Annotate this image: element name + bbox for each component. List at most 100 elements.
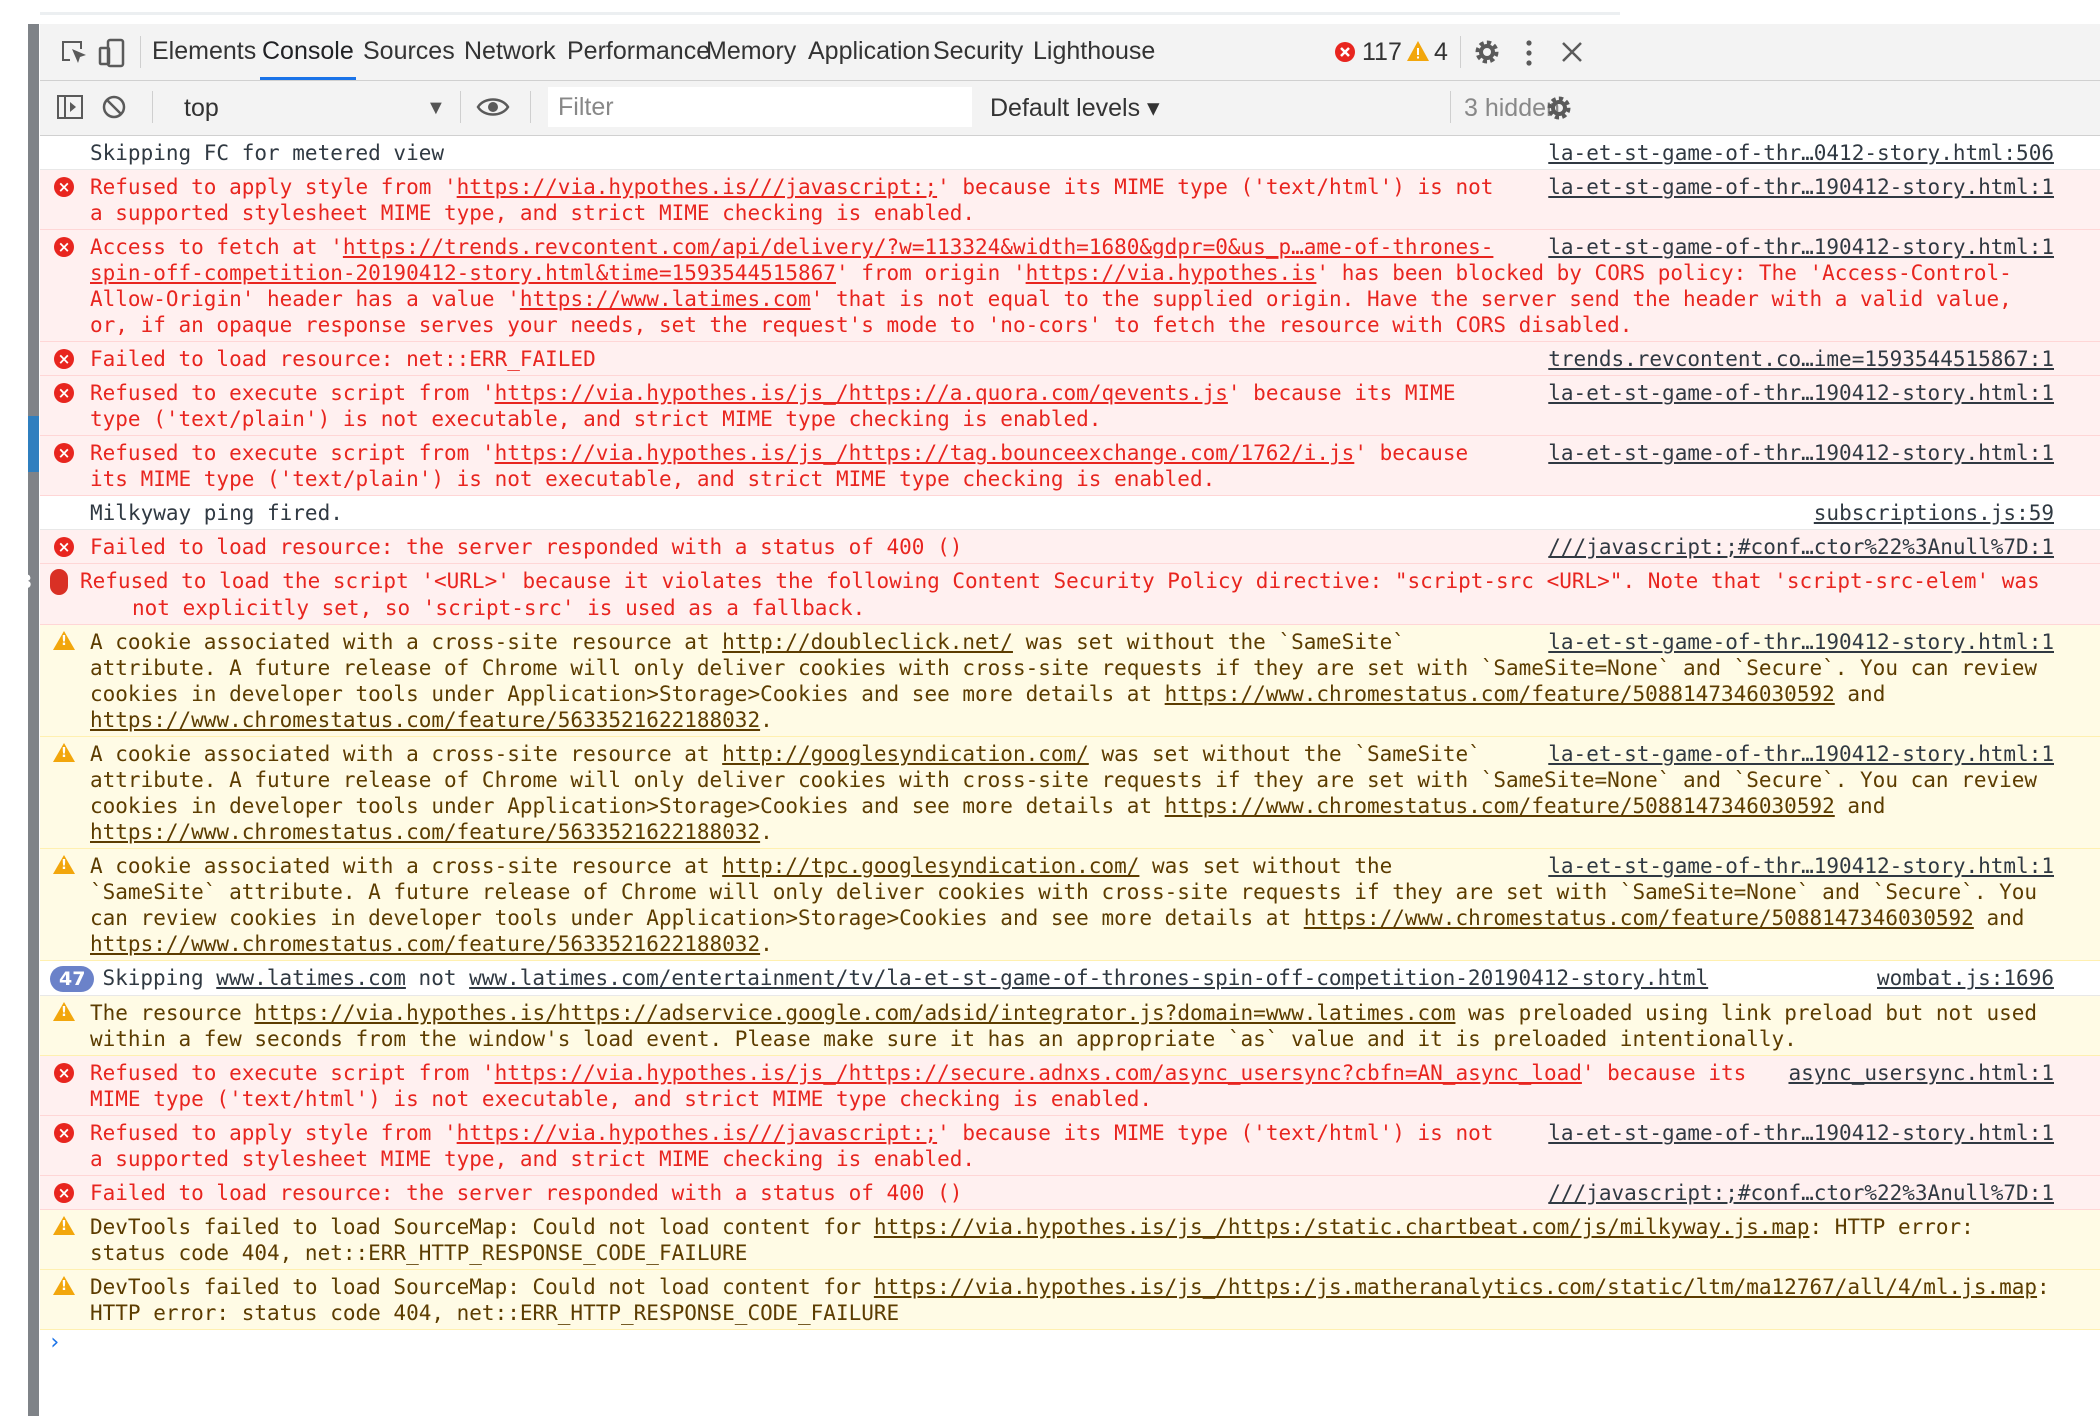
message-text: Refused to apply style from 'https://via…	[90, 1121, 1493, 1171]
console-settings-gear-icon[interactable]	[1544, 93, 1574, 128]
context-selector[interactable]: top	[184, 89, 219, 127]
message-url-link[interactable]: https://via.hypothes.is/js_/https://a.qu…	[495, 381, 1228, 405]
message-source-link[interactable]: ///javascript:;#conf…ctor%22%3Anull%7D:1	[1548, 1180, 2054, 1206]
message-url-link[interactable]: https://via.hypothes.is///javascript:;	[457, 1121, 937, 1145]
console-message-warning[interactable]: la-et-st-game-of-thr…190412-story.html:1…	[40, 737, 2100, 849]
inspect-element-icon[interactable]	[58, 37, 90, 69]
message-source-link[interactable]: la-et-st-game-of-thr…190412-story.html:1	[1548, 440, 2054, 466]
message-url-link[interactable]: https://via.hypothes.is/https://adservic…	[254, 1001, 1455, 1025]
console-message-error[interactable]: × la-et-st-game-of-thr…190412-story.html:…	[40, 436, 2100, 496]
tab-memory[interactable]: Memory	[704, 24, 798, 80]
toolbar-separator	[1460, 36, 1461, 68]
console-message-warning[interactable]: la-et-st-game-of-thr…190412-story.html:1…	[40, 625, 2100, 737]
message-url-link[interactable]: https://www.chromestatus.com/feature/508…	[1165, 794, 1835, 818]
tab-elements[interactable]: Elements	[150, 24, 258, 80]
warning-count[interactable]: 4	[1434, 36, 1448, 68]
message-url-link[interactable]: https://via.hypothes.is/js_/https://secu…	[495, 1061, 1582, 1085]
message-text: Refused to execute script from 'https://…	[90, 381, 1455, 431]
message-url-link[interactable]: www.latimes.com	[216, 966, 406, 990]
tab-lighthouse[interactable]: Lighthouse	[1031, 24, 1157, 80]
message-text-segment: Milkyway ping fired.	[90, 501, 343, 525]
message-url-link[interactable]: https://via.hypothes.is	[1026, 261, 1317, 285]
console-message-info[interactable]: subscriptions.js:59 Milkyway ping fired.	[40, 496, 2100, 530]
chevron-down-icon[interactable]: ▼	[426, 89, 446, 127]
console-prompt-icon[interactable]: ›	[48, 1330, 61, 1355]
message-url-link[interactable]: www.latimes.com/entertainment/tv/la-et-s…	[469, 966, 1708, 990]
message-url-link[interactable]: http://doubleclick.net/	[722, 630, 1013, 654]
error-icon: ×	[54, 237, 74, 257]
message-url-link[interactable]: https://via.hypothes.is/js_/https:/stati…	[874, 1215, 1810, 1239]
console-message-error[interactable]: × la-et-st-game-of-thr…190412-story.html:…	[40, 376, 2100, 436]
message-source-link[interactable]: la-et-st-game-of-thr…0412-story.html:506	[1548, 140, 2054, 166]
message-url-link[interactable]: http://googlesyndication.com/	[722, 742, 1089, 766]
message-source-link[interactable]: la-et-st-game-of-thr…190412-story.html:1	[1548, 174, 2054, 200]
toolbar-separator	[152, 91, 153, 123]
repeat-count-badge[interactable]: ▸ 108	[0, 569, 68, 595]
clear-console-icon[interactable]	[100, 93, 128, 126]
message-url-link[interactable]: https://www.chromestatus.com/feature/563…	[90, 820, 760, 844]
console-message-error[interactable]: × ///javascript:;#conf…ctor%22%3Anull%7D:…	[40, 530, 2100, 564]
message-text-segment: The resource	[90, 1001, 255, 1025]
message-source-link[interactable]: trends.revcontent.co…ime=1593544515867:1	[1548, 346, 2054, 372]
message-text: DevTools failed to load SourceMap: Could…	[90, 1215, 1974, 1265]
message-text-segment: Refused to apply style from '	[90, 175, 457, 199]
tab-security[interactable]: Security	[931, 24, 1025, 80]
device-toolbar-icon[interactable]	[96, 37, 128, 69]
message-url-link[interactable]: https://via.hypothes.is///javascript:;	[457, 175, 937, 199]
message-source-link[interactable]: la-et-st-game-of-thr…190412-story.html:1	[1548, 629, 2054, 655]
message-url-link[interactable]: http://tpc.googlesyndication.com/	[722, 854, 1139, 878]
tab-console[interactable]: Console	[260, 24, 356, 80]
message-url-link[interactable]: https://www.chromestatus.com/feature/563…	[90, 932, 760, 956]
tab-performance[interactable]: Performance	[565, 24, 712, 80]
message-source-link[interactable]: la-et-st-game-of-thr…190412-story.html:1	[1548, 380, 2054, 406]
message-text-segment: Refused to execute script from '	[90, 441, 495, 465]
console-message-error[interactable]: × ///javascript:;#conf…ctor%22%3Anull%7D:…	[40, 1176, 2100, 1210]
message-text: 47 Skipping www.latimes.com not www.latim…	[50, 966, 1708, 992]
message-source-link[interactable]: la-et-st-game-of-thr…190412-story.html:1	[1548, 741, 2054, 767]
message-source-link[interactable]: subscriptions.js:59	[1814, 500, 2054, 526]
console-message-warning[interactable]: The resource https://via.hypothes.is/htt…	[40, 996, 2100, 1056]
message-text-segment: .	[760, 820, 773, 844]
message-url-link[interactable]: https://via.hypothes.is/js_/https://tag.…	[495, 441, 1355, 465]
message-url-link[interactable]: https://www.latimes.com	[520, 287, 811, 311]
message-text-segment: Skipping	[102, 966, 217, 990]
show-sidebar-icon[interactable]	[56, 93, 84, 126]
console-message-error[interactable]: × la-et-st-game-of-thr…190412-story.html:…	[40, 170, 2100, 230]
console-message-warning[interactable]: la-et-st-game-of-thr…190412-story.html:1…	[40, 849, 2100, 961]
close-icon[interactable]	[1560, 40, 1584, 69]
message-source-link[interactable]: la-et-st-game-of-thr…190412-story.html:1	[1548, 234, 2054, 260]
message-text: Failed to load resource: net::ERR_FAILED	[90, 347, 596, 371]
live-expression-eye-icon[interactable]	[476, 93, 510, 126]
message-source-link[interactable]: ///javascript:;#conf…ctor%22%3Anull%7D:1	[1548, 534, 2054, 560]
error-icon: ×	[54, 383, 74, 403]
message-url-link[interactable]: https://via.hypothes.is/js_/https:/js.ma…	[874, 1275, 2037, 1299]
message-url-link[interactable]: https://www.chromestatus.com/feature/508…	[1304, 906, 1974, 930]
console-message-warning[interactable]: DevTools failed to load SourceMap: Could…	[40, 1210, 2100, 1270]
message-url-link[interactable]: https://www.chromestatus.com/feature/563…	[90, 708, 760, 732]
message-source-link[interactable]: wombat.js:1696	[1877, 965, 2054, 991]
message-source-link[interactable]: async_usersync.html:1	[1788, 1060, 2054, 1086]
error-count[interactable]: 117	[1362, 36, 1402, 68]
console-message-error[interactable]: × la-et-st-game-of-thr…190412-story.html:…	[40, 230, 2100, 342]
message-source-link[interactable]: la-et-st-game-of-thr…190412-story.html:1	[1548, 853, 2054, 879]
console-message-error[interactable]: × la-et-st-game-of-thr…190412-story.html:…	[40, 1116, 2100, 1176]
tab-network[interactable]: Network	[462, 24, 558, 80]
console-message-warning[interactable]: DevTools failed to load SourceMap: Could…	[40, 1270, 2100, 1330]
tab-sources[interactable]: Sources	[361, 24, 457, 80]
console-message-error[interactable]: ▸ 108 Refused to load the script '<URL>' …	[0, 564, 2100, 625]
warning-icon	[53, 743, 75, 762]
message-url-link[interactable]: https://www.chromestatus.com/feature/508…	[1165, 682, 1835, 706]
settings-gear-icon[interactable]	[1472, 37, 1502, 72]
filter-input[interactable]	[548, 87, 972, 127]
message-text-segment: Failed to load resource: the server resp…	[90, 1181, 963, 1205]
more-options-icon[interactable]	[1524, 38, 1534, 73]
console-message-error[interactable]: × trends.revcontent.co…ime=1593544515867:…	[40, 342, 2100, 376]
message-source-link[interactable]: la-et-st-game-of-thr…190412-story.html:1	[1548, 1120, 2054, 1146]
tab-application[interactable]: Application	[806, 24, 932, 80]
console-message-info[interactable]: wombat.js:1696 47 Skipping www.latimes.com…	[40, 961, 2100, 996]
console-message-info[interactable]: la-et-st-game-of-thr…0412-story.html:506…	[40, 136, 2100, 170]
message-text-segment: Failed to load resource: the server resp…	[90, 535, 963, 559]
message-text-segment: DevTools failed to load SourceMap: Could…	[90, 1215, 874, 1239]
log-levels-dropdown[interactable]: Default levels ▾	[990, 89, 1160, 127]
console-message-error[interactable]: × async_usersync.html:1 Refused to execute…	[40, 1056, 2100, 1116]
